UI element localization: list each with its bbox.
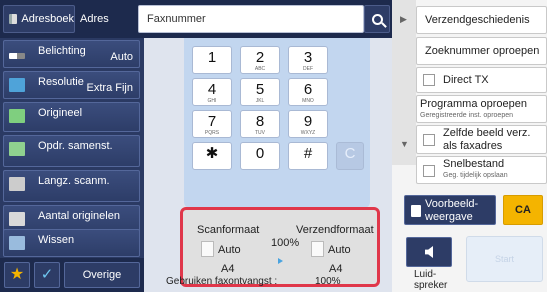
collapse-icon: ▶ [400, 14, 407, 24]
send-history-label: Verzendgeschiedenis [425, 14, 530, 26]
start-button[interactable]: Start [466, 236, 543, 282]
star-icon[interactable]: ★ [4, 262, 30, 288]
resolution-button[interactable]: Resolutie Extra Fijn [3, 71, 140, 99]
preview-label: Voorbeeld- weergave [425, 198, 479, 223]
call-program-sub: Geregistreerde inst. oproepen [420, 112, 513, 119]
address-book-button[interactable]: Adresboek [3, 5, 75, 33]
preview-button[interactable]: Voorbeeld- weergave [404, 195, 496, 225]
fax-number-field[interactable]: Faxnummer [138, 5, 364, 33]
send-size: A4 [329, 263, 343, 275]
call-program-button[interactable]: Programma oproepen Geregistreerde inst. … [416, 95, 547, 123]
scan-format-panel[interactable]: Scanformaat Verzendformaat Auto 100% Aut… [166, 207, 380, 287]
job-build-label: Opdr. samenst. [38, 140, 113, 152]
slow-scan-icon [9, 177, 25, 191]
check-icon[interactable]: ✓ [34, 262, 60, 288]
key-hash[interactable]: # [288, 142, 328, 170]
exposure-value: Auto [110, 51, 133, 63]
quick-file-checkbox[interactable] [423, 165, 435, 177]
key-3[interactable]: 3 DEF [288, 46, 328, 74]
preview-icon [411, 205, 421, 217]
arrow-icon [278, 258, 283, 264]
original-count-label: Aantal originelen [38, 210, 120, 222]
book-icon [9, 14, 18, 24]
erase-label: Wissen [38, 234, 75, 246]
key-9[interactable]: 9 WXYZ [288, 110, 328, 138]
key-6[interactable]: 6 MNO [288, 78, 328, 106]
erase-button[interactable]: Wissen [3, 229, 140, 257]
direct-tx-checkbox[interactable] [423, 74, 435, 86]
resolution-value: Extra Fijn [86, 82, 133, 94]
bottom-left-bar: ★ ✓ Overige [0, 258, 144, 292]
recall-search-label: Zoeknummer oproepen [425, 45, 540, 57]
send-history-button[interactable]: Verzendgeschiedenis [416, 6, 547, 34]
document-icon [311, 241, 324, 257]
call-program-label: Programma oproepen [420, 98, 528, 110]
key-1[interactable]: 1 [192, 46, 232, 74]
same-image-checkbox[interactable] [423, 134, 435, 146]
quick-file-label: Snelbestand [443, 158, 505, 170]
fax-screen: Adresboek Adres Faxnummer Belichting Aut… [0, 0, 547, 292]
original-button[interactable]: Origineel [3, 102, 140, 132]
recall-search-button[interactable]: Zoeknummer oproepen [416, 37, 547, 65]
direct-tx-button[interactable]: Direct TX [416, 67, 547, 93]
send-auto: Auto [328, 244, 351, 256]
search-button[interactable] [364, 5, 390, 33]
document-icon [201, 241, 214, 257]
quick-file-sub: Geg. tijdelijk opslaan [443, 172, 508, 179]
erase-icon [9, 236, 25, 250]
key-0[interactable]: 0 [240, 142, 280, 170]
job-build-icon [9, 142, 25, 156]
key-clear[interactable]: C [336, 142, 364, 170]
speaker-label: Luid- spreker [414, 269, 448, 291]
job-build-button[interactable]: Opdr. samenst. [3, 135, 140, 167]
slow-scan-label: Langz. scanm. [38, 175, 110, 187]
key-7[interactable]: 7 PQRS [192, 110, 232, 138]
resolution-icon [9, 78, 25, 92]
direct-tx-label: Direct TX [443, 74, 489, 86]
same-image-label: Zelfde beeld verz. als faxadres [443, 127, 531, 152]
right-side-tab[interactable]: ▶ ▼ [392, 0, 416, 165]
numeric-keypad: 1 2 ABC 3 DEF 4 GHI 5 JKL 6 MNO 7 PQRS 8 TUV 9W… [184, 38, 370, 208]
quick-file-button[interactable]: Snelbestand Geg. tijdelijk opslaan [416, 156, 547, 184]
key-8[interactable]: 8 TUV [240, 110, 280, 138]
same-image-button[interactable]: Zelfde beeld verz. als faxadres [416, 125, 547, 154]
exposure-button[interactable]: Belichting Auto [3, 40, 140, 68]
key-5[interactable]: 5 JKL [240, 78, 280, 106]
key-2[interactable]: 2 ABC [240, 46, 280, 74]
original-icon [9, 109, 25, 123]
search-icon [371, 13, 383, 25]
original-count-icon [9, 212, 25, 226]
adres-label: Adres [80, 13, 109, 25]
send-format-label: Verzendformaat [296, 224, 374, 236]
start-label: Start [494, 254, 514, 264]
clear-all-button[interactable]: CA [503, 195, 543, 225]
key-4[interactable]: 4 GHI [192, 78, 232, 106]
scan-size: A4 [221, 263, 235, 275]
top-bar: Adresboek Adres Faxnummer [0, 0, 392, 38]
received-fax-label: Gebruiken faxontvangst : [166, 276, 278, 287]
more-button[interactable]: Overige [64, 262, 140, 288]
scroll-down-icon[interactable]: ▼ [400, 139, 409, 149]
speaker-icon [425, 246, 433, 258]
scan-format-label: Scanformaat [197, 224, 260, 236]
original-label: Origineel [38, 107, 83, 119]
key-star[interactable]: ✱ [192, 142, 232, 170]
exposure-icon [9, 53, 25, 59]
exposure-label: Belichting [38, 45, 86, 57]
resolution-label: Resolutie [38, 76, 84, 88]
scan-auto: Auto [218, 244, 241, 256]
left-menu: Belichting Auto Resolutie Extra Fijn Ori… [0, 38, 144, 292]
address-book-label: Adresboek [21, 13, 74, 25]
received-fax-ratio: 100% [315, 276, 341, 287]
slow-scan-button[interactable]: Langz. scanm. [3, 170, 140, 202]
ratio: 100% [271, 237, 300, 249]
speaker-button[interactable] [406, 237, 452, 267]
